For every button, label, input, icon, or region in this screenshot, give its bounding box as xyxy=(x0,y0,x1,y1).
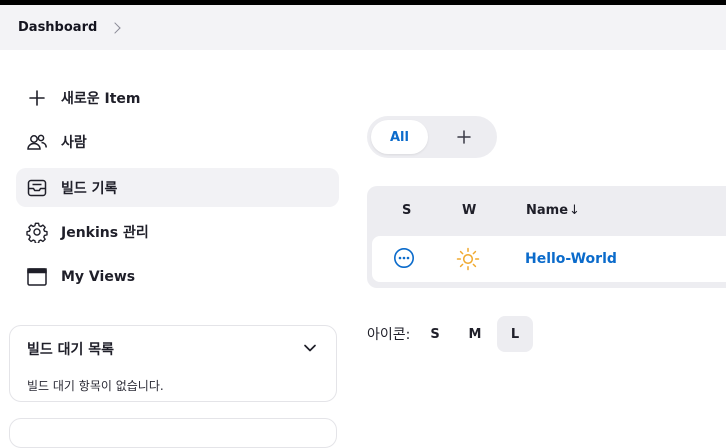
sunny-icon xyxy=(456,247,480,275)
table-row: Hello-World xyxy=(372,236,726,282)
chevron-right-icon[interactable] xyxy=(109,21,121,34)
gear-icon xyxy=(26,221,48,243)
add-view-button[interactable] xyxy=(447,120,481,154)
column-weather-header[interactable]: W xyxy=(462,203,476,218)
build-queue-empty-text: 빌드 대기 항목이 없습니다. xyxy=(27,379,164,393)
sidebar-item-label: 새로운 Item xyxy=(61,90,141,107)
breadcrumb: Dashboard xyxy=(0,5,726,50)
sidebar-item-new-item[interactable]: 새로운 Item xyxy=(16,78,339,117)
icon-size-label: 아이콘: xyxy=(367,327,411,343)
tab-all[interactable]: All xyxy=(371,120,428,154)
people-icon xyxy=(26,131,48,153)
sidebar-item-label: 빌드 기록 xyxy=(61,180,118,197)
icon-size-selector: 아이콘: S M L xyxy=(367,316,533,352)
status-not-built-icon xyxy=(393,247,415,273)
plus-icon xyxy=(457,130,471,144)
sidebar-item-people[interactable]: 사람 xyxy=(16,122,339,161)
jobs-table: S W Name ↓ Hello-World xyxy=(367,186,726,288)
breadcrumb-dashboard[interactable]: Dashboard xyxy=(18,20,97,35)
plus-icon xyxy=(26,87,48,109)
inbox-icon xyxy=(26,177,48,199)
sidebar-item-my-views[interactable]: My Views xyxy=(16,257,339,296)
sidebar-item-label: Jenkins 관리 xyxy=(61,224,149,241)
job-link-hello-world[interactable]: Hello-World xyxy=(525,251,617,267)
sidebar-item-label: 사람 xyxy=(61,134,87,151)
column-status-header[interactable]: S xyxy=(402,203,411,218)
build-executor-panel xyxy=(9,418,337,448)
sidebar-item-label: My Views xyxy=(61,268,136,285)
build-queue-panel: 빌드 대기 목록 빌드 대기 항목이 없습니다. xyxy=(9,325,337,402)
window-icon xyxy=(26,266,48,288)
sort-arrow-icon: ↓ xyxy=(569,203,580,218)
column-name-header[interactable]: Name xyxy=(526,203,568,218)
view-tabs: All xyxy=(367,116,497,158)
icon-size-s-button[interactable]: S xyxy=(417,316,453,352)
icon-size-l-button[interactable]: L xyxy=(497,316,533,352)
sidebar-item-build-history[interactable]: 빌드 기록 xyxy=(16,168,339,207)
build-queue-title[interactable]: 빌드 대기 목록 xyxy=(27,339,114,359)
chevron-down-icon[interactable] xyxy=(302,340,318,356)
icon-size-m-button[interactable]: M xyxy=(457,316,493,352)
sidebar-item-manage-jenkins[interactable]: Jenkins 관리 xyxy=(16,212,339,251)
